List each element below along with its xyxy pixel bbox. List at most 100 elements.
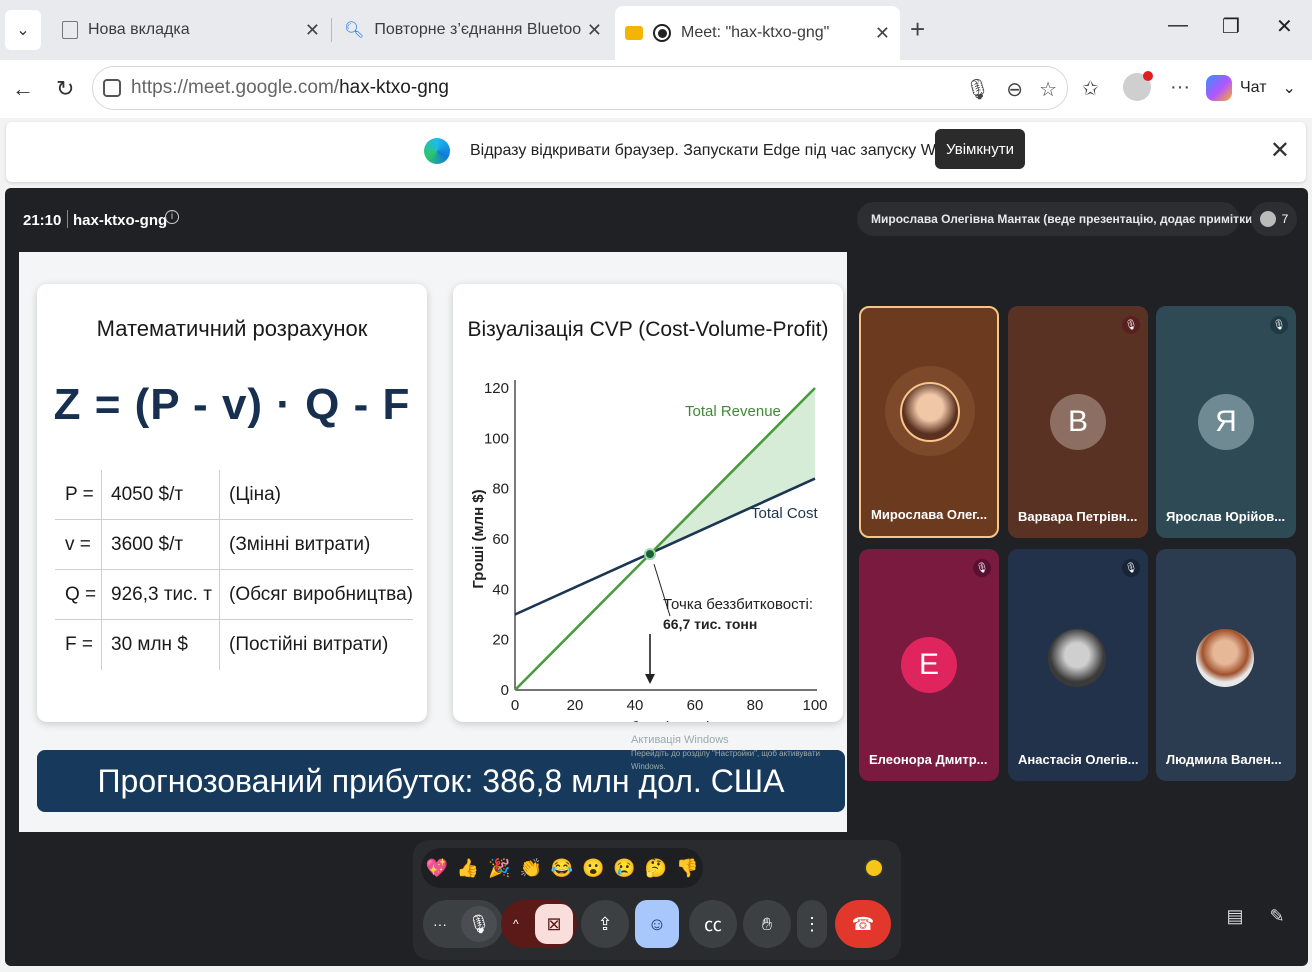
avatar	[1048, 629, 1106, 687]
activities-icon[interactable]: ✎	[1257, 896, 1297, 936]
heart-reaction-icon[interactable]: 💖	[425, 858, 447, 879]
y-tick-label: 100	[484, 430, 509, 447]
var-name: v =	[65, 534, 91, 555]
back-arrow-icon[interactable]: ←	[12, 76, 34, 102]
search-icon: 🔍︎	[344, 22, 365, 39]
sad-reaction-icon[interactable]: 😢	[613, 858, 635, 879]
more-options-button[interactable]: ⋮	[797, 900, 827, 948]
close-icon[interactable]: ✕	[305, 20, 320, 41]
lock-icon[interactable]	[103, 79, 121, 97]
tab-title: Meet: "hax-ktxo-gng"	[681, 24, 830, 41]
close-icon[interactable]: ✕	[1270, 136, 1290, 165]
participant-tile[interactable]: Людмила Вален...	[1156, 549, 1296, 781]
captions-button[interactable]: ㏄	[689, 900, 737, 948]
tab-new-tab[interactable]: Нова вкладка ✕	[52, 8, 330, 52]
new-tab-plus-icon[interactable]: +	[910, 14, 925, 45]
favorites-list-icon[interactable]: ✩	[1082, 76, 1099, 101]
series-label-total-cost: Total Cost	[751, 505, 819, 522]
edge-logo-icon	[424, 138, 450, 164]
infobar-message: Відразу відкривати браузер. Запускати Ed…	[470, 142, 991, 159]
laugh-reaction-icon[interactable]: 😂	[551, 858, 573, 879]
window-close-icon[interactable]: ✕	[1276, 14, 1293, 39]
mic-off-icon: 🎙︎	[1122, 316, 1140, 334]
call-controls: 💖 👍 🎉 👏 😂 😮 😢 🤔 👎 ··· 🎙︎ ^ ⊠ ⇪ ☺ ㏄ ✋︎ ⋮ …	[413, 840, 901, 960]
camera-off-button[interactable]: ⊠	[535, 904, 573, 944]
more-dots-icon[interactable]: ···	[1170, 76, 1190, 99]
skin-tone-picker[interactable]	[864, 858, 884, 878]
thumbs-up-reaction-icon[interactable]: 👍	[457, 858, 479, 879]
tab-actions-chevron-icon[interactable]: ⌄	[5, 10, 41, 50]
thinking-reaction-icon[interactable]: 🤔	[645, 858, 667, 879]
chevron-down-icon: ⌄	[1282, 80, 1296, 97]
presenter-text: Мирослава Олегівна Мантак (веде презента…	[871, 212, 1257, 226]
participant-tile[interactable]: 🎙︎ В Варвара Петрівн...	[1008, 306, 1148, 538]
mic-off-icon: 🎙︎	[1270, 316, 1288, 334]
participant-count: 7	[1281, 212, 1289, 226]
participant-tile[interactable]: 🎙︎ Е Елеонора Дмитр...	[859, 549, 999, 781]
table-row: P = 4050 $/т (Ціна)	[55, 470, 413, 520]
participant-tile[interactable]: Мирослава Олег...	[859, 306, 999, 538]
y-tick-label: 40	[492, 581, 509, 598]
mic-off-icon: 🎙︎	[973, 559, 991, 577]
formula-card: Математичний розрахунок Z = (P - v) · Q …	[37, 284, 427, 722]
copilot-chat-button[interactable]: Чат ⌄	[1206, 70, 1296, 106]
tab-title: Повторне з’єднання Bluetooth-на	[374, 21, 581, 38]
close-icon[interactable]: ✕	[587, 20, 602, 41]
watermark-subtitle: Перейдіть до розділу "Настройки", щоб ак…	[631, 749, 820, 771]
x-tick-label: 60	[687, 697, 704, 714]
var-value: 30 млн $	[111, 634, 188, 655]
microphone-icon[interactable]: 🎙︎	[965, 77, 990, 102]
meet-call-area: 21:10 hax-ktxo-gng i Мирослава Олегівна …	[5, 188, 1308, 966]
address-bar[interactable]: https://meet.google.com/hax-ktxo-gng 🎙︎ …	[92, 66, 1068, 110]
avatar	[900, 382, 960, 442]
meeting-code: hax-ktxo-gng	[73, 212, 168, 229]
emoji-button[interactable]: ☺	[635, 900, 679, 948]
table-row: v = 3600 $/т (Змінні витрати)	[55, 520, 413, 570]
more-dots-icon[interactable]: ···	[433, 916, 447, 932]
cvp-chart: 0 20 40 60 80 100 120 0 20 40 60 80 100 Обсяг (тис. т…	[470, 380, 828, 722]
surprised-reaction-icon[interactable]: 😮	[582, 858, 604, 879]
participants-button[interactable]: 7	[1251, 202, 1297, 236]
favorite-star-icon[interactable]: ☆	[1039, 77, 1057, 102]
avatar-initial: Е	[901, 637, 957, 693]
clap-reaction-icon[interactable]: 👏	[519, 858, 541, 879]
party-reaction-icon[interactable]: 🎉	[488, 858, 510, 879]
participant-tile[interactable]: 🎙︎ Анастасія Олегів...	[1008, 549, 1148, 781]
tab-bluetooth[interactable]: 🔍︎ Повторне з’єднання Bluetooth-на ✕	[334, 8, 612, 52]
avatar-initial: Я	[1198, 394, 1254, 450]
formula: Z = (P - v) · Q - F	[53, 380, 411, 429]
enable-button[interactable]: Увімкнути	[935, 129, 1025, 169]
video-controls: ^ ⊠	[501, 900, 577, 948]
info-icon[interactable]: i	[165, 210, 179, 224]
mic-off-icon: 🎙︎	[1122, 559, 1140, 577]
participant-tile[interactable]: 🎙︎ Я Ярослав Юрійов...	[1156, 306, 1296, 538]
profile-avatar[interactable]	[1123, 71, 1153, 101]
edge-startup-infobar: Відразу відкривати браузер. Запускати Ed…	[6, 122, 1306, 182]
var-desc: (Постійні витрати)	[229, 634, 389, 655]
refresh-icon[interactable]: ↻	[56, 76, 74, 102]
chat-icon[interactable]: ▤	[1215, 896, 1255, 936]
people-icon	[1259, 211, 1276, 227]
tab-meet[interactable]: Meet: "hax-ktxo-gng" ✕	[615, 6, 900, 60]
thumbs-down-reaction-icon[interactable]: 👎	[676, 858, 698, 879]
participant-name: Анастасія Олегів...	[1018, 752, 1139, 767]
series-line-total-revenue	[514, 387, 816, 691]
participant-name: Людмила Вален...	[1166, 752, 1282, 767]
var-value: 4050 $/т	[111, 484, 184, 505]
presenter-indicator[interactable]: Мирослава Олегівна Мантак (веде презента…	[857, 202, 1256, 236]
close-icon[interactable]: ✕	[875, 23, 890, 44]
chevron-up-icon[interactable]: ^	[513, 917, 519, 931]
tab-strip: ⌄ Нова вкладка ✕ 🔍︎ Повторне з’єднання B…	[0, 0, 1312, 60]
var-desc: (Обсяг виробництва)	[229, 584, 413, 605]
end-call-button[interactable]: ☎︎	[835, 900, 891, 948]
minimize-icon[interactable]: —	[1168, 14, 1188, 37]
table-row: Q = 926,3 тис. т (Обсяг виробництва)	[55, 570, 413, 620]
annotation-title: Точка беззбитковості:	[663, 596, 813, 613]
series-line-total-cost	[514, 477, 816, 616]
page-icon	[62, 21, 78, 39]
restore-icon[interactable]: ❐	[1222, 14, 1240, 39]
raise-hand-button[interactable]: ✋︎	[743, 900, 791, 948]
zoom-out-icon[interactable]: ⊖	[1006, 77, 1023, 102]
microphone-button[interactable]: 🎙︎	[461, 906, 497, 942]
present-screen-button[interactable]: ⇪	[581, 900, 629, 948]
